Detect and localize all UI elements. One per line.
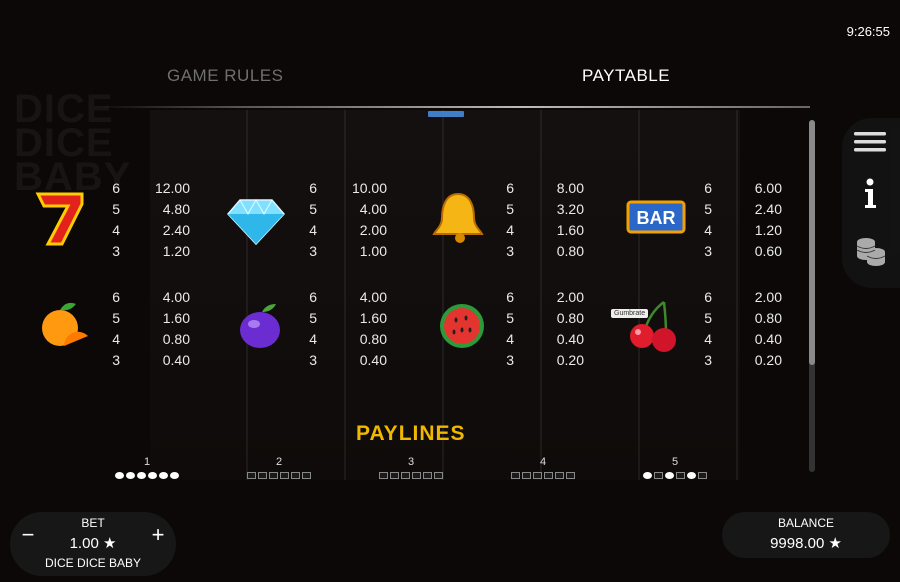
info-icon[interactable] — [852, 176, 888, 212]
paytable-orange: 6 4.00 5 1.60 4 0.80 3 0.40 — [112, 289, 190, 368]
payline-pattern — [508, 472, 578, 480]
bell-icon — [432, 192, 484, 243]
plum-icon — [240, 304, 280, 348]
payline-pattern — [244, 472, 314, 480]
game-name: DICE DICE BABY — [44, 556, 142, 570]
side-menu — [842, 118, 900, 288]
tab-divider — [95, 106, 810, 108]
balance-panel: BALANCE 9998.00 ★ — [722, 512, 890, 558]
scrollbar-thumb[interactable] — [809, 120, 815, 365]
payline-1: 1 — [112, 456, 182, 482]
payline-5: 5 — [640, 456, 710, 482]
paylines-title: PAYLINES — [356, 422, 466, 445]
payline-number: 1 — [143, 456, 151, 468]
paytable-diamond: 6 10.00 5 4.00 4 2.00 3 1.00 — [309, 180, 387, 259]
bet-value: 1.00 ★ — [69, 535, 117, 552]
orange-icon — [42, 302, 88, 346]
balance-value: 9998.00 ★ — [770, 535, 842, 552]
paytable-cherry: 6 2.00 5 0.80 4 0.40 3 0.20 — [704, 289, 782, 368]
tab-paytable[interactable]: PAYTABLE — [582, 66, 670, 86]
tab-bar: GAME RULES PAYTABLE — [0, 66, 900, 96]
clock: 9:26:55 — [846, 24, 890, 39]
diamond-icon — [226, 198, 286, 246]
decrease-bet-button[interactable]: − — [18, 522, 38, 548]
seven-icon — [35, 192, 84, 246]
paytable-bell: 6 8.00 5 3.20 4 1.60 3 0.80 — [506, 180, 584, 259]
tab-game-rules[interactable]: GAME RULES — [167, 66, 283, 86]
balance-label: BALANCE — [777, 516, 835, 530]
payline-3: 3 — [376, 456, 446, 482]
menu-icon[interactable] — [852, 124, 888, 160]
bar-icon: BAR — [626, 200, 686, 234]
paytable-plum: 6 4.00 5 1.60 4 0.80 3 0.40 — [309, 289, 387, 368]
payline-pattern — [640, 472, 710, 480]
payline-number: 4 — [539, 456, 547, 468]
payline-number: 2 — [275, 456, 283, 468]
payline-pattern — [376, 472, 446, 480]
bar-text: BAR — [637, 208, 676, 228]
payline-2: 2 — [244, 456, 314, 482]
bet-label: BET — [81, 516, 105, 530]
paytable-watermelon: 6 2.00 5 0.80 4 0.40 3 0.20 — [506, 289, 584, 368]
scrollbar[interactable] — [809, 120, 815, 472]
tab-scroll-indicator — [428, 111, 464, 117]
cherry-icon — [630, 300, 676, 352]
payline-4: 4 — [508, 456, 578, 482]
increase-bet-button[interactable]: + — [148, 522, 168, 548]
payline-number: 5 — [671, 456, 679, 468]
paytable-bar: 6 6.00 5 2.40 4 1.20 3 0.60 — [704, 180, 782, 259]
payline-number: 3 — [407, 456, 415, 468]
coins-icon[interactable] — [852, 232, 888, 268]
paytable-seven: 6 12.00 5 4.80 4 2.40 3 1.20 — [112, 180, 190, 259]
tooltip: Gumbrate — [611, 309, 649, 318]
bet-panel: − BET 1.00 ★ + DICE DICE BABY — [10, 512, 176, 576]
payline-pattern — [112, 472, 182, 480]
watermelon-icon — [440, 304, 484, 348]
